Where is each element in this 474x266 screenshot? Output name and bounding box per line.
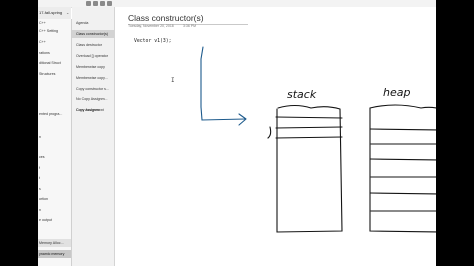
highlighter-icon[interactable] — [107, 1, 112, 6]
heap-label: heap — [383, 86, 410, 99]
pointer-arrow-line — [200, 46, 246, 121]
section-item[interactable]: C++ Setting — [38, 27, 71, 35]
section-item-selected[interactable]: ynamic memory — [38, 250, 71, 258]
page-item[interactable]: Copy constructor s... — [72, 85, 114, 93]
page-item[interactable]: Memberwise copy — [72, 63, 114, 71]
back-icon[interactable] — [86, 1, 91, 6]
note-canvas[interactable]: Class constructor(s) Tuesday, November 2… — [115, 7, 436, 266]
ink-drawing: stack heap — [200, 46, 436, 233]
page-item[interactable]: Agenda — [72, 19, 114, 27]
section-item[interactable]: n — [38, 133, 71, 141]
page-item[interactable]: Memberwise copy... — [72, 74, 114, 82]
section-item[interactable]: t — [38, 174, 71, 182]
section-item[interactable]: Structures — [38, 70, 71, 78]
heap-box — [369, 104, 436, 233]
chevron-down-icon: ⌄ — [66, 10, 70, 15]
onenote-window: 17-fall-spring ⌄ C++ C++ Setting C++ rat… — [38, 0, 436, 266]
section-item[interactable]: C++ — [38, 38, 71, 46]
section-item[interactable]: C++ — [38, 19, 71, 27]
section-item[interactable] — [38, 80, 71, 88]
forward-icon[interactable] — [93, 1, 98, 6]
section-item[interactable]: e output — [38, 216, 71, 224]
section-item[interactable]: f — [38, 164, 71, 172]
section-item[interactable] — [38, 143, 71, 151]
page-item[interactable]: Copy assignment — [72, 106, 114, 114]
stack-label: stack — [287, 88, 317, 101]
section-item[interactable]: Memory Alloc... — [38, 239, 71, 247]
page-item[interactable]: Overload [] operator — [72, 52, 114, 60]
page-item-selected[interactable]: Class constructor(s) — [72, 30, 114, 38]
section-item[interactable]: s — [38, 185, 71, 193]
pen-icon[interactable] — [100, 1, 105, 6]
section-item[interactable]: ces — [38, 153, 71, 161]
page-list: Agenda Class constructor(s) Class destru… — [72, 7, 115, 266]
section-item[interactable]: rations — [38, 49, 71, 57]
page-item[interactable]: Class destructor — [72, 41, 114, 49]
page-item[interactable]: No Copy Assignm... — [72, 95, 114, 103]
notebook-name: 17-fall-spring — [39, 10, 63, 15]
section-list: C++ C++ Setting C++ rations ditional Str… — [38, 19, 72, 266]
section-item[interactable]: n — [38, 206, 71, 214]
section-item[interactable] — [38, 122, 71, 130]
section-item[interactable]: ditional Struct — [38, 59, 71, 67]
section-item[interactable]: ortion — [38, 195, 71, 203]
section-item[interactable]: ented progra... — [38, 110, 71, 118]
stack-box — [267, 104, 343, 233]
